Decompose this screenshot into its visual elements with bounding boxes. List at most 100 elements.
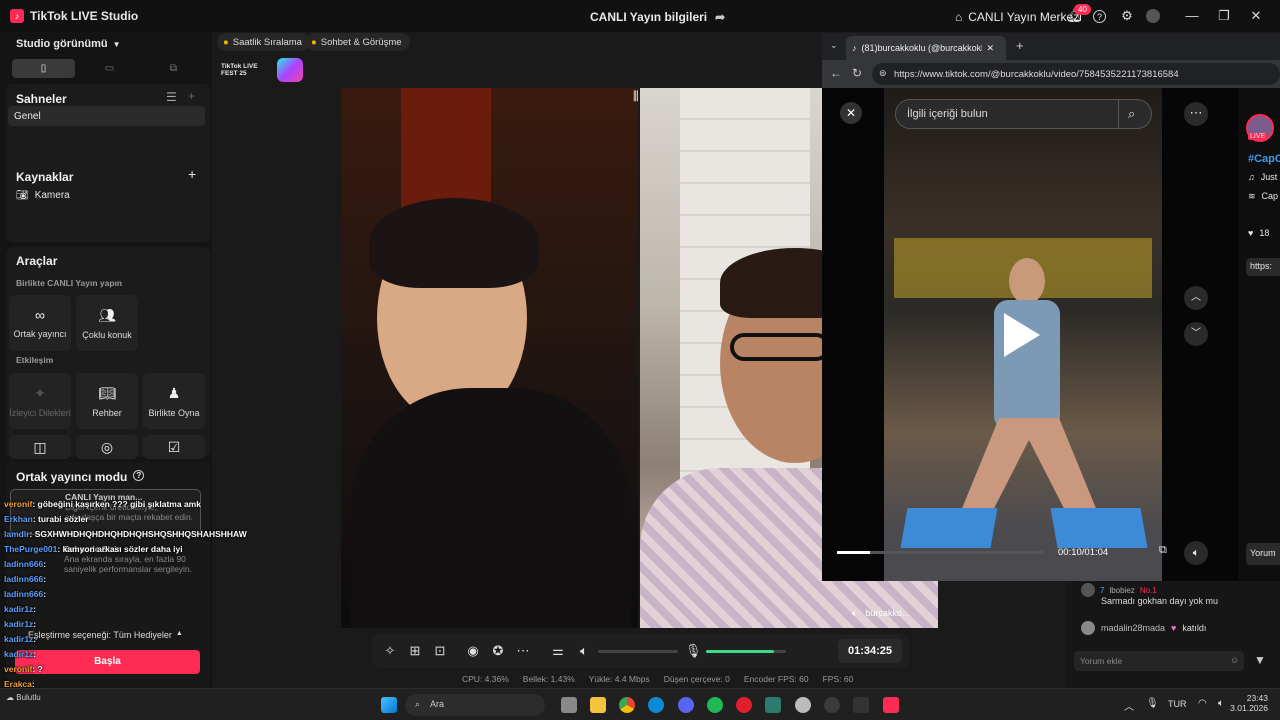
new-tab-icon[interactable]: + — [1016, 38, 1024, 53]
host-camera-view[interactable] — [341, 88, 638, 628]
likes-line[interactable]: ♥ 18 — [1248, 228, 1269, 238]
settings-app-icon[interactable] — [795, 697, 811, 713]
mic-slider[interactable] — [706, 650, 786, 653]
video-progress-bar[interactable] — [837, 551, 1044, 554]
related-search-input[interactable]: İlgili içeriği bulun ⌕ — [895, 99, 1152, 129]
tool-tile-more-2[interactable]: ◎ — [76, 435, 138, 459]
app-icon-8[interactable] — [765, 697, 781, 713]
next-video-icon[interactable]: ﹀ — [1184, 322, 1208, 346]
volume-slider[interactable] — [598, 650, 678, 653]
maximize-icon[interactable]: ❐ — [1216, 8, 1232, 24]
tool-tile-more-1[interactable]: ◫ — [9, 435, 71, 459]
pip-icon[interactable]: ⧉ — [1159, 544, 1167, 557]
wifi-icon[interactable]: ◠ — [1198, 698, 1207, 709]
opera-icon[interactable] — [736, 697, 752, 713]
effects-icon[interactable]: ✪ — [490, 643, 506, 659]
tab-list-icon[interactable]: ⌄ — [830, 40, 838, 51]
tiktok-studio-taskbar-icon[interactable] — [883, 697, 899, 713]
send-icon[interactable]: ▼ — [1254, 653, 1266, 667]
speaker-volume-icon[interactable]: 🔈︎ — [576, 643, 592, 659]
comment-1-header: 7 lbobiez No.1 — [1081, 583, 1157, 597]
capcut-line[interactable]: ≋ Cap — [1248, 191, 1278, 202]
hourly-ranking-tag[interactable]: ● Saatlik Sıralama — [217, 33, 310, 51]
url-bar[interactable]: ⊜ https://www.tiktok.com/@burcakkoklu/vi… — [872, 63, 1280, 85]
match-option-dropdown[interactable]: Eşleştirme seçeneği: Tüm Hediyeler ▲ — [28, 630, 183, 640]
play-together-tile[interactable]: ♟ Birlikte Oyna — [143, 373, 205, 429]
task-view-icon[interactable] — [561, 697, 577, 713]
source-item-camera[interactable]: 📷︎ Kamera — [16, 190, 70, 201]
music-line[interactable]: ♫ Just — [1248, 172, 1277, 182]
info-icon[interactable]: ? — [133, 470, 145, 481]
tiktok-video[interactable] — [884, 88, 1162, 581]
add-comment-input[interactable]: Yorum ekle ☺ — [1074, 651, 1244, 671]
guide-tile[interactable]: 📖︎ Rehber — [76, 373, 138, 429]
copy-link-field[interactable]: https: — [1246, 258, 1280, 276]
comment-button[interactable]: Yorum — [1246, 543, 1280, 565]
add-source-icon[interactable]: + — [188, 166, 196, 182]
magic-wand-icon[interactable]: ✧ — [382, 643, 398, 659]
live-info-title[interactable]: CANLI Yayın bilgileri ➦ — [590, 10, 725, 24]
settings-sliders-icon[interactable]: ⚌ — [550, 643, 566, 659]
hashtag-link[interactable]: #CapC — [1248, 153, 1280, 165]
emoji-icon[interactable]: ☺ — [1230, 655, 1239, 665]
share-icon[interactable]: ➦ — [715, 10, 725, 24]
play-icon[interactable] — [1004, 313, 1040, 357]
app-icon-10[interactable] — [824, 697, 840, 713]
weather-widget[interactable]: ☁ Bulutlu — [6, 693, 41, 702]
discord-icon[interactable] — [678, 697, 694, 713]
search-icon[interactable]: ⌕ — [1128, 106, 1135, 122]
chrome-icon[interactable] — [619, 697, 635, 713]
close-viewer-icon[interactable]: ✕ — [840, 102, 862, 124]
chat-username: ladinn666 — [4, 589, 44, 599]
joystick-icon: ♟ — [167, 384, 181, 401]
live-fest-label: TikTok LIVE FEST 25 — [221, 63, 258, 77]
reload-icon[interactable]: ↻ — [852, 66, 862, 80]
add-scene-icon[interactable]: + — [188, 89, 195, 103]
chat-meet-tag[interactable]: ● Sohbet & Görüşme — [305, 33, 410, 51]
taskbar-search-label: Ara — [430, 699, 445, 709]
tray-chevron-icon[interactable]: ︿ — [1124, 698, 1134, 713]
list-icon[interactable]: ☰ — [166, 90, 177, 104]
edge-icon[interactable] — [648, 697, 664, 713]
terminal-icon[interactable] — [853, 697, 869, 713]
scene-item-general[interactable]: Genel — [8, 106, 205, 126]
stage-line1: Ana ekranda sırayla, en fazla 90 — [64, 554, 186, 564]
spotify-icon[interactable] — [707, 697, 723, 713]
back-icon[interactable]: ← — [830, 66, 842, 80]
clock[interactable]: 23:43 3.01.2026 — [1230, 693, 1268, 713]
more-icon[interactable]: ⋯ — [515, 643, 531, 659]
portrait-layout-button[interactable]: ▯ — [12, 59, 75, 78]
screen-layout-icon[interactable]: ⊡ — [432, 643, 448, 659]
taskbar-search[interactable]: ⌕ Ara — [405, 694, 545, 716]
live-center-button[interactable]: ⌂ CANLI Yayın Merkezi — [955, 10, 1082, 24]
close-icon[interactable]: ✕ — [1248, 8, 1264, 24]
cohost-tile[interactable]: ∞ Ortak yayıncı — [9, 295, 71, 351]
mute-icon[interactable]: 🔈︎ — [1184, 541, 1208, 565]
studio-view-dropdown[interactable]: Studio görünümü ▼ — [16, 38, 121, 50]
landscape-layout-button[interactable]: ▭ — [78, 59, 141, 78]
wishes-tile[interactable]: ✦ İzleyici Dilekleri — [9, 373, 71, 429]
windows-start-icon[interactable] — [381, 697, 397, 713]
help-icon[interactable]: ? — [1093, 10, 1106, 23]
microphone-icon[interactable]: 🎙︎ — [685, 643, 702, 659]
tray-mic-icon[interactable]: 🎙︎ — [1146, 698, 1159, 709]
record-icon[interactable]: ◉ — [465, 643, 481, 659]
avatar[interactable] — [1146, 9, 1160, 23]
previous-video-icon[interactable]: ︿ — [1184, 286, 1208, 310]
language-indicator[interactable]: TUR — [1168, 699, 1187, 709]
more-options-icon[interactable]: ⋯ — [1184, 102, 1208, 126]
live-fest-banner[interactable]: TikTok LIVE FEST 25 — [221, 58, 311, 82]
chat-username: kadir1z — [4, 604, 34, 614]
gear-icon[interactable]: ⚙ — [1119, 8, 1135, 24]
browser-tab[interactable]: ♪ (81)burcakkoklu (@burcakkoklu) | ✕ — [846, 36, 1006, 60]
tab-close-icon[interactable]: ✕ — [987, 43, 995, 54]
site-info-icon[interactable]: ⊜ — [879, 68, 887, 79]
file-explorer-icon[interactable] — [590, 697, 606, 713]
tool-tile-more-3[interactable]: ☑ — [143, 435, 205, 459]
app-name: TikTok LIVE Studio — [30, 9, 139, 23]
add-source-tool-icon[interactable]: ⊞ — [407, 643, 423, 659]
dual-layout-button[interactable]: ⧉ — [142, 59, 205, 78]
volume-tray-icon[interactable]: 🔈︎ — [1218, 698, 1224, 709]
minimize-icon[interactable]: — — [1184, 8, 1200, 24]
multi-guest-tile[interactable]: 👥︎ Çoklu konuk — [76, 295, 138, 351]
